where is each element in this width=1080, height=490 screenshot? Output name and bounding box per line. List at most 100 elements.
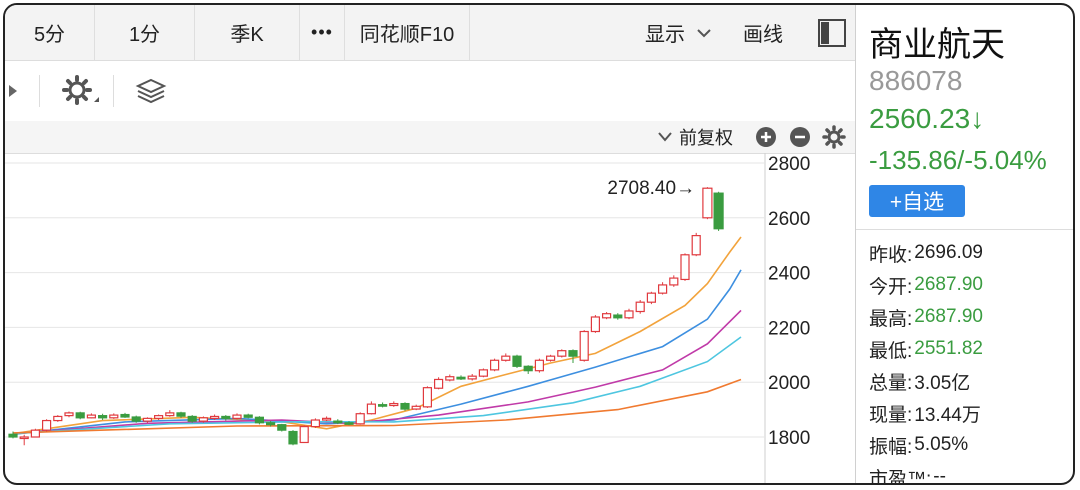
- stat-value: 5.05%: [914, 434, 969, 455]
- candle-body: [490, 359, 500, 371]
- candle-body: [221, 415, 231, 419]
- arrow-right-icon[interactable]: [7, 83, 19, 99]
- ma10-line: [12, 269, 742, 436]
- separator: [856, 229, 1073, 230]
- stat-label: 昨收:: [869, 244, 913, 266]
- candle-body: [657, 284, 668, 294]
- candle-body: [64, 412, 74, 417]
- adjust-label: 前复权: [679, 128, 733, 148]
- candle-body: [601, 313, 612, 319]
- y-tick-label: 2000: [768, 373, 810, 394]
- candle-body: [131, 416, 141, 422]
- tab-f10[interactable]: 同花顺F10: [345, 5, 470, 60]
- separator: [39, 75, 40, 107]
- candle-body: [355, 413, 365, 425]
- candle: [378, 402, 388, 408]
- candle: [120, 412, 130, 418]
- candle-body: [691, 235, 701, 256]
- candle: [601, 312, 612, 320]
- stat-label: 总量:: [869, 372, 913, 394]
- candle: [411, 404, 421, 411]
- panel-toggle-icon[interactable]: [817, 5, 847, 60]
- candle-body: [557, 350, 567, 357]
- stat-row: 今开: 2687.90: [869, 269, 983, 301]
- candle-body: [277, 424, 287, 431]
- add-watchlist-button[interactable]: +自选: [869, 185, 965, 217]
- stat-row: 现量: 13.44万: [869, 397, 983, 429]
- candle: [680, 253, 690, 281]
- candle-body: [299, 425, 309, 444]
- candle-body: [266, 422, 276, 426]
- candle-body: [75, 412, 85, 419]
- candle: [702, 187, 713, 220]
- candle: [19, 434, 29, 446]
- candle-body: [142, 417, 152, 422]
- candle: [568, 349, 578, 364]
- draw-line-button[interactable]: 画线: [743, 5, 783, 60]
- candle: [109, 413, 119, 419]
- candle: [41, 419, 52, 432]
- candle-body: [176, 412, 186, 417]
- candle: [30, 428, 40, 438]
- candlestick-chart[interactable]: 2800 2600 2400 2200 2000 1800 1600 2708.40→: [5, 153, 855, 485]
- stat-value: 2687.90: [914, 274, 983, 295]
- price-change: -135.86/-5.04%: [869, 145, 1047, 175]
- y-tick-label: 2800: [768, 154, 810, 175]
- y-tick-label: 1600: [768, 483, 810, 485]
- candle: [389, 401, 399, 407]
- quote-panel: 商业航天 886078 2560.23↓ -135.86/-5.04% +自选 …: [856, 5, 1073, 483]
- candle: [456, 375, 466, 381]
- candle-body: [456, 376, 466, 380]
- candle: [445, 374, 455, 382]
- stat-row: 振幅: 5.05%: [869, 429, 983, 461]
- candle-body: [232, 414, 242, 419]
- gear-icon[interactable]: [61, 74, 101, 108]
- chart-option-bar: 前复权: [5, 121, 855, 154]
- candle-body: [445, 376, 455, 381]
- candle-body: [120, 413, 130, 418]
- candle: [624, 308, 634, 320]
- candle: [467, 373, 477, 381]
- candle-body: [501, 355, 511, 361]
- candle-body: [198, 417, 208, 422]
- toolbar: 5分 1分 季K ••• 同花顺F10 显示 画线: [5, 5, 855, 61]
- tab-1min[interactable]: 1分: [95, 5, 195, 60]
- chevron-down-icon: [697, 28, 711, 37]
- display-label: 显示: [645, 24, 685, 46]
- tab-5min[interactable]: 5分: [5, 5, 95, 60]
- candle-body: [422, 387, 432, 408]
- candle: [434, 377, 444, 390]
- zoom-in-icon[interactable]: [755, 126, 777, 148]
- app-window: 5分 1分 季K ••• 同花顺F10 显示 画线 前复权 2800 2600 …: [3, 3, 1075, 485]
- stat-label: 最低:: [869, 340, 913, 362]
- stat-row: 最低: 2551.82: [869, 333, 983, 365]
- max-price-label: 2708.40→: [607, 178, 695, 199]
- layers-icon[interactable]: [135, 77, 167, 105]
- candle: [131, 415, 141, 423]
- stat-value: 2687.90: [914, 306, 983, 327]
- settings-icon[interactable]: [822, 125, 846, 149]
- candle-body: [19, 436, 29, 440]
- candle-body: [97, 415, 108, 419]
- candle: [691, 232, 701, 257]
- adjust-dropdown[interactable]: 前复权: [657, 121, 733, 153]
- candle: [64, 411, 74, 418]
- candle-body: [288, 430, 298, 445]
- separator: [113, 75, 114, 107]
- zoom-out-icon[interactable]: [789, 126, 811, 148]
- candle: [478, 368, 488, 378]
- candle: [355, 412, 365, 425]
- display-dropdown[interactable]: 显示: [645, 5, 715, 60]
- stat-row: 市盈™: --: [869, 461, 983, 483]
- tab-quarter-k[interactable]: 季K: [195, 5, 300, 60]
- stat-label: 振幅:: [869, 436, 913, 458]
- candle-body: [411, 405, 421, 410]
- candle: [322, 416, 332, 422]
- more-tabs-button[interactable]: •••: [300, 5, 345, 60]
- candle-body: [478, 369, 488, 377]
- candle-body: [310, 419, 320, 428]
- candle-body: [378, 404, 388, 407]
- candle-body: [646, 292, 657, 303]
- candle: [545, 354, 556, 362]
- candle-body: [613, 314, 623, 319]
